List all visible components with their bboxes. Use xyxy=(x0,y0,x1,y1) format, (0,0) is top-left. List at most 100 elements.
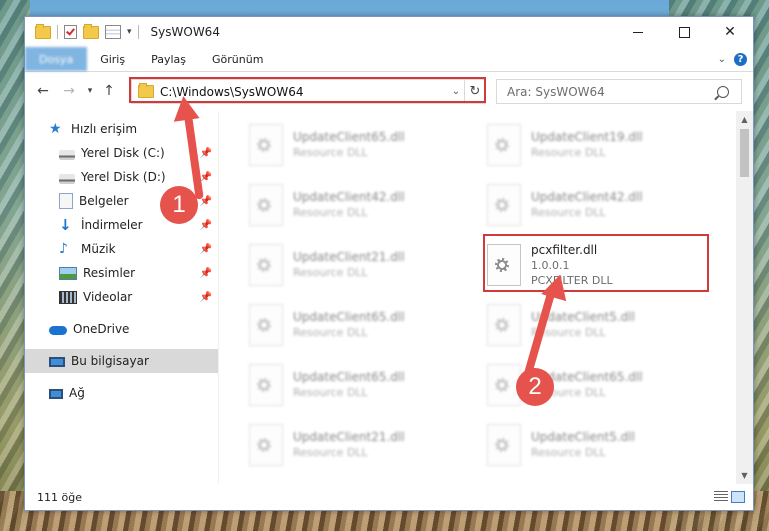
dll-file-icon xyxy=(487,184,521,226)
file-description: Resource DLL xyxy=(293,146,368,159)
search-icon[interactable] xyxy=(717,85,729,98)
tab-view[interactable]: Görünüm xyxy=(199,47,276,71)
dll-file-icon xyxy=(249,364,283,406)
gear-icon xyxy=(495,438,509,452)
sidebar-item-label: Yerel Disk (D:) xyxy=(81,170,166,184)
new-folder-icon[interactable] xyxy=(83,23,99,39)
file-item[interactable]: UpdateClient21.dll Resource DLL xyxy=(249,235,487,295)
sidebar-item-videos[interactable]: Videolar 📌 xyxy=(25,285,218,309)
navigation-pane: ★ Hızlı erişim Yerel Disk (C:) 📌 Yerel D… xyxy=(25,111,219,484)
ribbon-tabs: Dosya Giriş Paylaş Görünüm ⌄ ? xyxy=(25,47,753,72)
sidebar-item-onedrive[interactable]: OneDrive xyxy=(25,317,218,341)
scroll-thumb[interactable] xyxy=(740,129,749,177)
maximize-button[interactable] xyxy=(661,17,707,47)
sidebar-item-network[interactable]: Ağ xyxy=(25,381,218,405)
network-icon xyxy=(49,389,63,399)
gear-icon xyxy=(257,438,271,452)
window-controls: ✕ xyxy=(615,17,753,47)
scroll-down-icon[interactable]: ▼ xyxy=(736,467,753,484)
scroll-up-icon[interactable]: ▲ xyxy=(736,111,753,128)
tab-file[interactable]: Dosya xyxy=(25,47,88,71)
file-item[interactable]: UpdateClient65.dll Resource DLL xyxy=(249,355,487,415)
dll-file-icon xyxy=(249,244,283,286)
step-1-badge: 1 xyxy=(160,186,198,224)
close-button[interactable]: ✕ xyxy=(707,17,753,47)
dll-file-icon xyxy=(249,304,283,346)
file-name: UpdateClient19.dll xyxy=(531,130,643,144)
file-name: UpdateClient65.dll xyxy=(293,370,405,384)
address-path[interactable]: C:\Windows\SysWOW64 xyxy=(160,85,448,99)
title-bar: ▾ SysWOW64 ✕ xyxy=(25,17,753,47)
file-description: Resource DLL xyxy=(293,386,368,399)
drive-icon xyxy=(59,173,75,184)
file-item[interactable]: UpdateClient42.dll Resource DLL xyxy=(249,175,487,235)
recent-locations-chevron-icon[interactable]: ▾ xyxy=(83,86,97,96)
gear-icon xyxy=(257,198,271,212)
back-arrow-icon[interactable]: ← xyxy=(33,83,53,99)
file-description: Resource DLL xyxy=(293,206,368,219)
file-name: UpdateClient21.dll xyxy=(293,430,405,444)
file-item[interactable]: UpdateClient5.dll Resource DLL xyxy=(487,295,725,355)
file-item[interactable]: UpdateClient65.dll Resource DLL xyxy=(249,115,487,175)
search-box[interactable]: Ara: SysWOW64 xyxy=(496,79,742,104)
forward-arrow-icon[interactable]: → xyxy=(59,83,79,99)
minimize-icon xyxy=(633,31,643,33)
toolbar-divider xyxy=(137,25,139,39)
search-input[interactable]: Ara: SysWOW64 xyxy=(507,85,717,99)
address-dropdown-icon[interactable]: ⌄ xyxy=(448,86,464,97)
file-description: Resource DLL xyxy=(531,326,606,339)
customize-icon[interactable] xyxy=(105,25,121,39)
dll-file-icon xyxy=(487,424,521,466)
ribbon-right: ⌄ ? xyxy=(718,47,747,71)
cloud-icon xyxy=(49,326,67,335)
pin-icon: 📌 xyxy=(199,219,212,231)
toolbar-divider xyxy=(57,25,58,39)
tab-share[interactable]: Paylaş xyxy=(138,47,199,71)
quick-access-toolbar: ▾ xyxy=(25,23,139,39)
file-name: UpdateClient21.dll xyxy=(293,250,405,264)
maximize-icon xyxy=(678,26,690,38)
file-highlight-box xyxy=(483,234,709,292)
sidebar-item-local-disk-d[interactable]: Yerel Disk (D:) 📌 xyxy=(25,165,218,189)
sidebar-item-label: Müzik xyxy=(81,242,116,256)
large-icons-view-icon[interactable] xyxy=(731,491,745,503)
dll-file-icon xyxy=(487,124,521,166)
properties-check-icon[interactable] xyxy=(64,25,77,39)
sidebar-item-pictures[interactable]: Resimler 📌 xyxy=(25,261,218,285)
file-item[interactable]: UpdateClient42.dll Resource DLL xyxy=(487,175,725,235)
sidebar-item-this-pc[interactable]: Bu bilgisayar xyxy=(25,349,218,373)
sidebar-item-music[interactable]: ♪ Müzik 📌 xyxy=(25,237,218,261)
address-folder-icon xyxy=(138,83,154,98)
file-item[interactable]: UpdateClient21.dll Resource DLL xyxy=(249,415,487,475)
sidebar-item-label: OneDrive xyxy=(73,322,130,336)
details-view-icon[interactable] xyxy=(714,491,728,501)
gear-icon xyxy=(257,258,271,272)
pin-icon: 📌 xyxy=(199,147,212,159)
sidebar-item-label: Yerel Disk (C:) xyxy=(81,146,165,160)
annotation-arrowhead-1 xyxy=(170,94,200,122)
up-arrow-icon[interactable]: ↑ xyxy=(99,83,119,99)
film-strip-icon xyxy=(59,291,77,304)
content-area: ★ Hızlı erişim Yerel Disk (C:) 📌 Yerel D… xyxy=(25,111,753,484)
dll-file-icon xyxy=(249,184,283,226)
window-title: SysWOW64 xyxy=(150,25,220,39)
gear-icon xyxy=(495,138,509,152)
file-item[interactable]: UpdateClient5.dll Resource DLL xyxy=(487,415,725,475)
minimize-button[interactable] xyxy=(615,17,661,47)
sidebar-item-label: Resimler xyxy=(83,266,136,280)
refresh-icon[interactable]: ↻ xyxy=(464,80,485,103)
file-item[interactable]: UpdateClient19.dll Resource DLL xyxy=(487,115,725,175)
gear-icon xyxy=(257,378,271,392)
gear-icon xyxy=(495,198,509,212)
sidebar-item-label: Hızlı erişim xyxy=(71,122,138,136)
file-description: Resource DLL xyxy=(531,146,606,159)
qat-dropdown-icon[interactable]: ▾ xyxy=(127,27,132,37)
expand-ribbon-chevron-icon[interactable]: ⌄ xyxy=(718,54,726,65)
file-grid: UpdateClient65.dll Resource DLL UpdateCli… xyxy=(249,115,725,475)
drive-icon xyxy=(59,149,75,160)
tab-home[interactable]: Giriş xyxy=(87,47,138,71)
file-description: Resource DLL xyxy=(293,326,368,339)
vertical-scrollbar[interactable]: ▲ ▼ xyxy=(736,111,753,484)
file-item[interactable]: UpdateClient65.dll Resource DLL xyxy=(249,295,487,355)
help-icon[interactable]: ? xyxy=(734,52,747,66)
